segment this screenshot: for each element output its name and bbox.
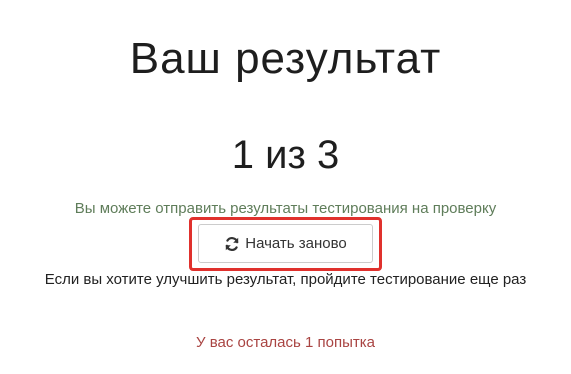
page-title: Ваш результат	[129, 34, 442, 83]
refresh-icon	[224, 236, 240, 252]
score-text: 1 из 3	[231, 133, 340, 177]
submit-hint-text: Вы можете отправить результаты тестирова…	[74, 200, 497, 217]
restart-button-label: Начать заново	[245, 235, 347, 252]
restart-button[interactable]: Начать заново	[198, 224, 373, 263]
improve-hint-text: Если вы хотите улучшить результат, пройд…	[44, 271, 527, 288]
attempts-left-text: У вас осталась 1 попытка	[196, 334, 375, 351]
